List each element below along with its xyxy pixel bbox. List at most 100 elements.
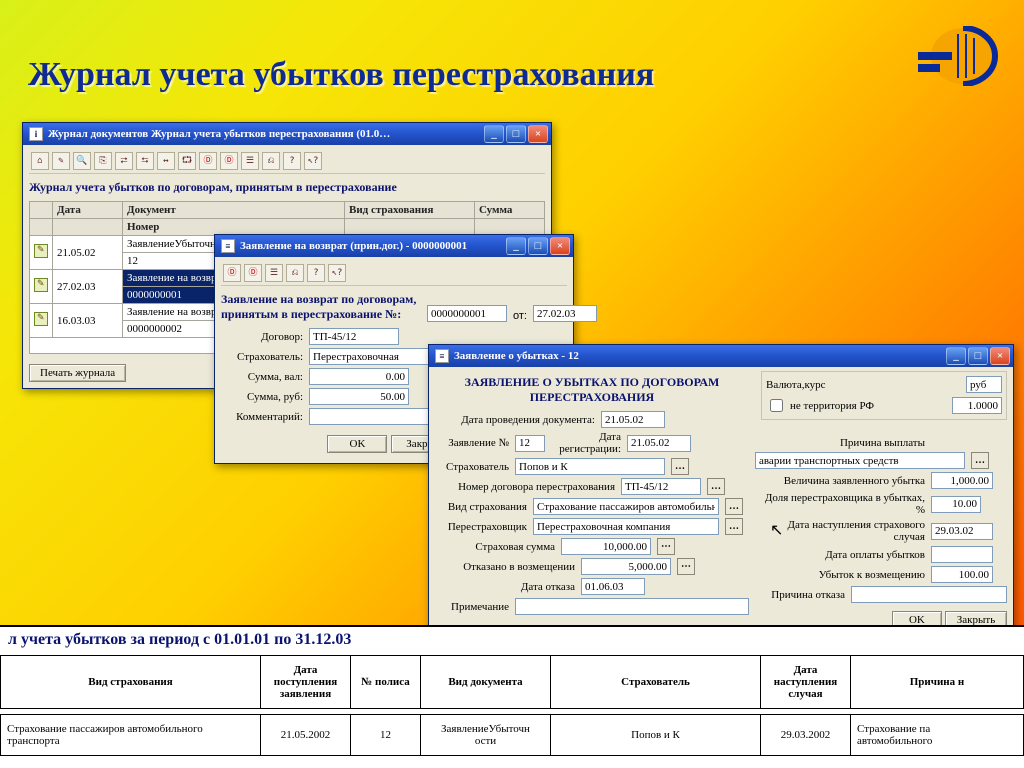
calc-button[interactable]: ⋯ (657, 538, 675, 555)
tool-icon[interactable]: ⌂ (31, 152, 49, 170)
close-button[interactable]: × (550, 237, 570, 255)
ok-button[interactable]: OK (327, 435, 387, 453)
currency-input[interactable] (966, 376, 1002, 393)
application-date-input[interactable] (533, 305, 597, 322)
paydate-input[interactable] (931, 546, 993, 563)
col-cause: Причина н (851, 656, 1024, 709)
tool-icon[interactable]: Ⓓ (223, 264, 241, 282)
calc-button[interactable]: ⋯ (677, 558, 695, 575)
eventdate-input[interactable] (931, 523, 993, 540)
tool-icon[interactable]: ↖? (304, 152, 322, 170)
tool-icon[interactable]: ⎘ (94, 152, 112, 170)
close-button[interactable]: × (528, 125, 548, 143)
regdate-input[interactable] (627, 435, 691, 452)
titlebar[interactable]: i Журнал документов Журнал учета убытков… (23, 123, 551, 145)
col-sum[interactable]: Сумма (475, 202, 545, 219)
maximize-button[interactable]: □ (968, 347, 988, 365)
sum-rub-input[interactable] (309, 388, 409, 405)
note-label: Примечание (435, 601, 509, 613)
row-icon (34, 312, 48, 326)
row-icon (34, 278, 48, 292)
col-insurer: Страхователь (551, 656, 761, 709)
slide-title: Журнал учета убытков перестрахования (28, 56, 654, 93)
tool-icon[interactable]: Ⓓ (199, 152, 217, 170)
reasonpay-label: Причина выплаты (755, 437, 925, 449)
col-evdate: Дата наступления случая (761, 656, 851, 709)
lookup-button[interactable]: … (671, 458, 689, 475)
window-title: Журнал документов Журнал учета убытков п… (48, 128, 484, 140)
print-journal-button[interactable]: Печать журнала (29, 364, 126, 382)
tool-icon[interactable]: ☰ (241, 152, 259, 170)
col-kind[interactable]: Вид страхования (345, 202, 475, 219)
insurer-label: Страхователь (435, 461, 509, 473)
reins-input[interactable] (533, 518, 719, 535)
recontr-label: Номер договора перестрахования (435, 481, 615, 493)
report-strip: л учета убытков за период с 01.01.01 по … (0, 625, 1024, 768)
lookup-button[interactable]: … (971, 452, 989, 469)
tool-icon[interactable]: ⮔ (178, 152, 196, 170)
window-title: Заявление о убытках - 12 (454, 350, 946, 362)
tool-icon[interactable]: ⮂ (115, 152, 133, 170)
contract-input[interactable] (309, 328, 399, 345)
denied-label: Отказано в возмещении (435, 561, 575, 573)
kind-label: Вид страхования (435, 501, 527, 513)
declloss-input[interactable] (931, 472, 993, 489)
minimize-button[interactable]: _ (506, 237, 526, 255)
tool-icon[interactable]: ⎌ (286, 264, 304, 282)
report-table: Вид страхования Дата поступления заявлен… (0, 655, 1024, 756)
tool-icon[interactable]: ? (283, 152, 301, 170)
sum-val-input[interactable] (309, 368, 409, 385)
tool-icon[interactable]: Ⓓ (244, 264, 262, 282)
toolbar: ⒹⒹ☰⎌?↖? (221, 261, 567, 286)
close-button[interactable]: × (990, 347, 1010, 365)
col-document[interactable]: Документ (123, 202, 345, 219)
recov-label: Убыток к возмещению (755, 569, 925, 581)
tool-icon[interactable]: ? (307, 264, 325, 282)
tool-icon[interactable]: ↔ (157, 152, 175, 170)
titlebar[interactable]: ≡ Заявление на возврат (прин.дог.) - 000… (215, 235, 573, 257)
currency-group-label: Валюта,курс (766, 379, 826, 391)
tool-icon[interactable]: ⮀ (136, 152, 154, 170)
col-number[interactable]: Номер (123, 219, 345, 236)
tool-icon[interactable]: Ⓓ (220, 152, 238, 170)
denyreason-input[interactable] (851, 586, 1007, 603)
denydate-label: Дата отказа (435, 581, 575, 593)
tool-icon[interactable]: ↖? (328, 264, 346, 282)
tool-icon[interactable]: ⎌ (262, 152, 280, 170)
recontr-input[interactable] (621, 478, 701, 495)
loss-decl-window: ≡ Заявление о убытках - 12 _ □ × ЗАЯВЛЕН… (428, 344, 1014, 636)
minimize-button[interactable]: _ (484, 125, 504, 143)
docdate-label: Дата проведения документа: (435, 414, 595, 426)
kind-input[interactable] (533, 498, 719, 515)
application-number-input[interactable] (427, 305, 507, 322)
col-appdate: Дата поступления заявления (261, 656, 351, 709)
tool-icon[interactable]: ☰ (265, 264, 283, 282)
col-date[interactable]: Дата (53, 202, 123, 219)
form-heading: ЗАЯВЛЕНИЕ О УБЫТКАХ ПО ДОГОВОРАМ ПЕРЕСТР… (435, 375, 749, 405)
insurer-input[interactable] (515, 458, 665, 475)
sumval-label: Сумма, вал: (221, 371, 303, 383)
currency-group: Валюта,курс не территория РФ (761, 371, 1007, 420)
titlebar[interactable]: ≡ Заявление о убытках - 12 _ □ × (429, 345, 1013, 367)
minimize-button[interactable]: _ (946, 347, 966, 365)
declnum-input[interactable] (515, 435, 545, 452)
lookup-button[interactable]: … (725, 518, 743, 535)
denyreason-label: Причина отказа (755, 589, 845, 601)
lookup-button[interactable]: … (725, 498, 743, 515)
maximize-button[interactable]: □ (528, 237, 548, 255)
docdate-input[interactable] (601, 411, 665, 428)
maximize-button[interactable]: □ (506, 125, 526, 143)
ssum-input[interactable] (561, 538, 651, 555)
rate-input[interactable] (952, 397, 1002, 414)
lookup-button[interactable]: … (707, 478, 725, 495)
tool-icon[interactable]: ✎ (52, 152, 70, 170)
denydate-input[interactable] (581, 578, 645, 595)
col-doc: Вид документа (421, 656, 551, 709)
share-input[interactable] (931, 496, 981, 513)
territory-checkbox[interactable]: не территория РФ (766, 396, 936, 415)
reasonpay-input[interactable] (755, 452, 965, 469)
recov-input[interactable] (931, 566, 993, 583)
note-input[interactable] (515, 598, 749, 615)
tool-icon[interactable]: 🔍 (73, 152, 91, 170)
denied-input[interactable] (581, 558, 671, 575)
